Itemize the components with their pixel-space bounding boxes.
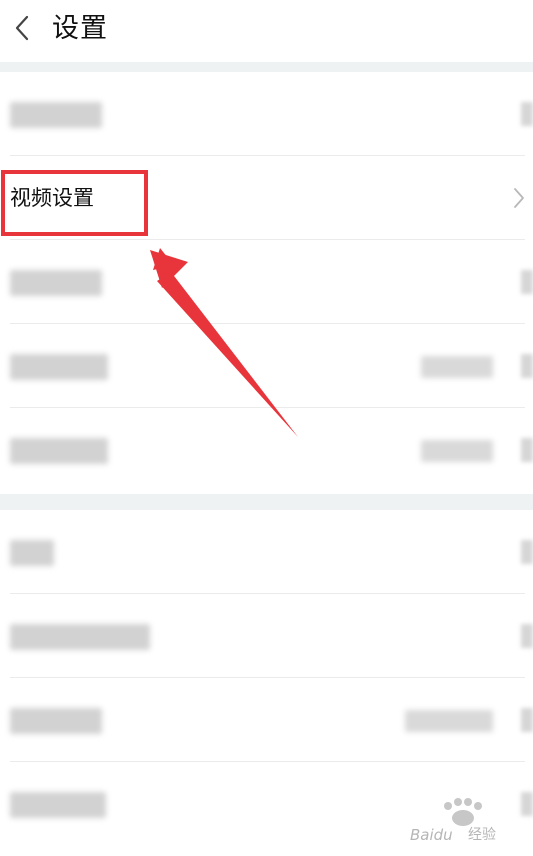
blurred-chevron <box>521 354 533 378</box>
blurred-label <box>10 102 102 128</box>
settings-row-8[interactable] <box>0 678 533 762</box>
section-divider <box>0 494 533 510</box>
blurred-label <box>10 438 108 464</box>
blurred-chevron <box>521 270 533 294</box>
settings-row-6[interactable] <box>0 510 533 594</box>
top-bar: 设置 <box>0 0 533 62</box>
blurred-value <box>405 710 493 732</box>
blurred-value <box>421 440 493 462</box>
blurred-label <box>10 540 54 566</box>
page-title: 设置 <box>52 13 108 44</box>
blurred-chevron <box>521 438 533 462</box>
back-button[interactable] <box>8 10 36 46</box>
blurred-label <box>10 708 102 734</box>
blurred-chevron <box>521 624 533 648</box>
blurred-value <box>421 356 493 378</box>
watermark-brand: Baidu <box>410 826 453 844</box>
highlight-box <box>1 170 148 236</box>
settings-row-7[interactable] <box>0 594 533 678</box>
section-divider <box>0 62 533 72</box>
blurred-chevron <box>521 708 533 732</box>
settings-row-4[interactable] <box>0 324 533 408</box>
baidu-watermark: Baidu 经验 <box>404 796 530 852</box>
blurred-chevron <box>521 540 533 564</box>
blurred-chevron <box>521 102 533 126</box>
blurred-label <box>10 624 150 650</box>
blurred-label <box>10 354 108 380</box>
chevron-right-icon <box>514 188 524 208</box>
blurred-label <box>10 792 106 818</box>
blurred-label <box>10 270 102 296</box>
settings-row-5[interactable] <box>0 408 533 494</box>
watermark-text: 经验 <box>468 827 496 843</box>
chevron-left-icon <box>15 15 29 41</box>
settings-row-1[interactable] <box>0 72 533 156</box>
settings-row-3[interactable] <box>0 240 533 324</box>
